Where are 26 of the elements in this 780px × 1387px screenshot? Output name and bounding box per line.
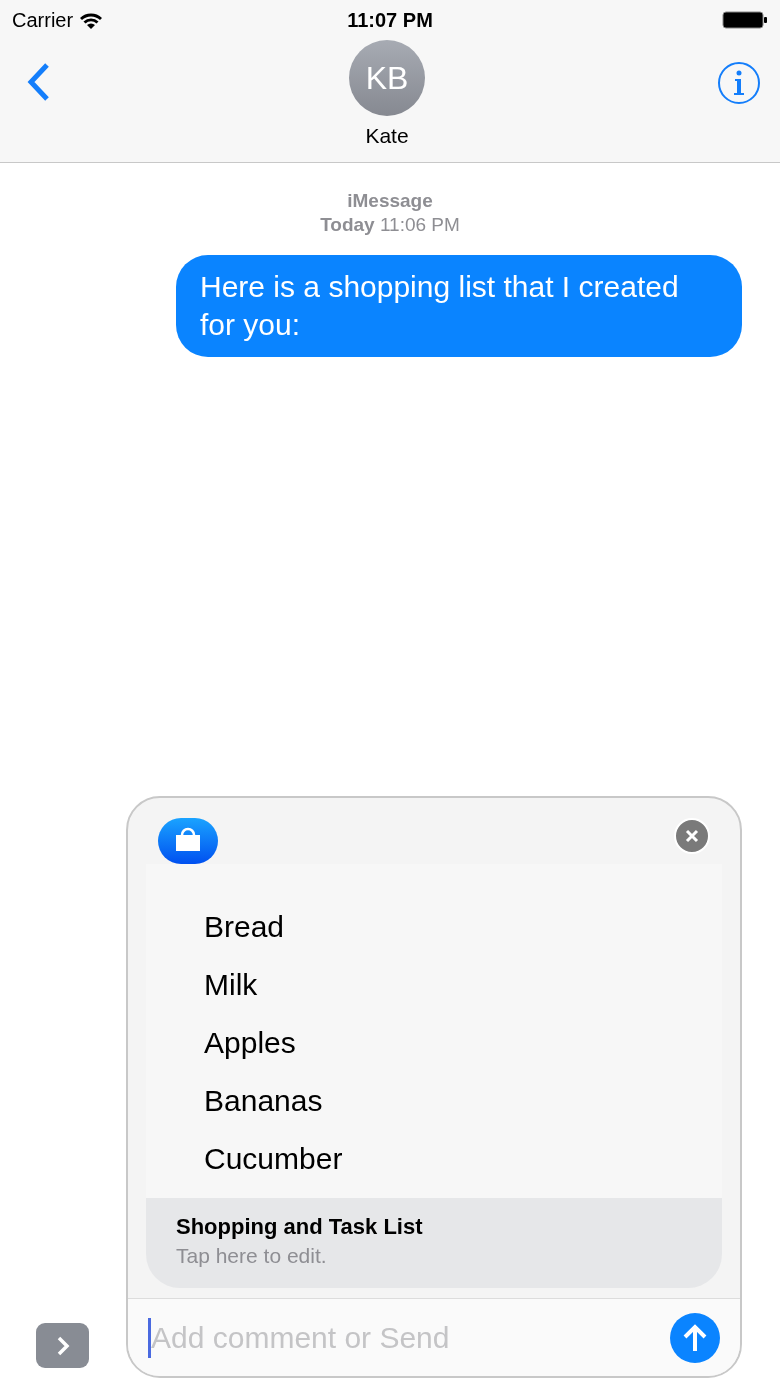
list-item: Apples <box>204 1025 297 1061</box>
send-button[interactable] <box>670 1312 720 1363</box>
close-icon <box>685 829 699 843</box>
list-item: Milk <box>204 967 259 1003</box>
info-icon <box>733 70 745 96</box>
chevron-right-icon <box>55 1334 70 1357</box>
expand-button[interactable] <box>36 1323 89 1368</box>
carrier-name: Carrier <box>12 8 74 33</box>
text-cursor <box>148 1317 151 1358</box>
wifi-icon <box>79 11 104 29</box>
message-bubble: Here is a shopping list that I created for you: <box>176 255 742 357</box>
service-label: iMessage <box>347 189 433 213</box>
card-caption[interactable]: Shopping and Task List Tap here to edit. <box>146 1198 722 1288</box>
list-item: Cucumber <box>204 1141 344 1177</box>
card-title: Shopping and Task List <box>176 1213 423 1241</box>
contact-name[interactable]: Kate <box>365 120 409 152</box>
battery-icon <box>722 10 768 30</box>
list-item: Bananas <box>204 1083 324 1119</box>
send-arrow-icon <box>682 1322 708 1353</box>
message-timestamp: Today 11:06 PM <box>320 213 460 237</box>
close-button[interactable] <box>674 818 710 854</box>
info-button[interactable] <box>718 62 760 104</box>
clock-time: 11:07 PM <box>347 8 433 33</box>
list-item: Bread <box>204 909 286 945</box>
card-subtitle: Tap here to edit. <box>176 1243 327 1269</box>
back-chevron-icon <box>25 62 51 102</box>
